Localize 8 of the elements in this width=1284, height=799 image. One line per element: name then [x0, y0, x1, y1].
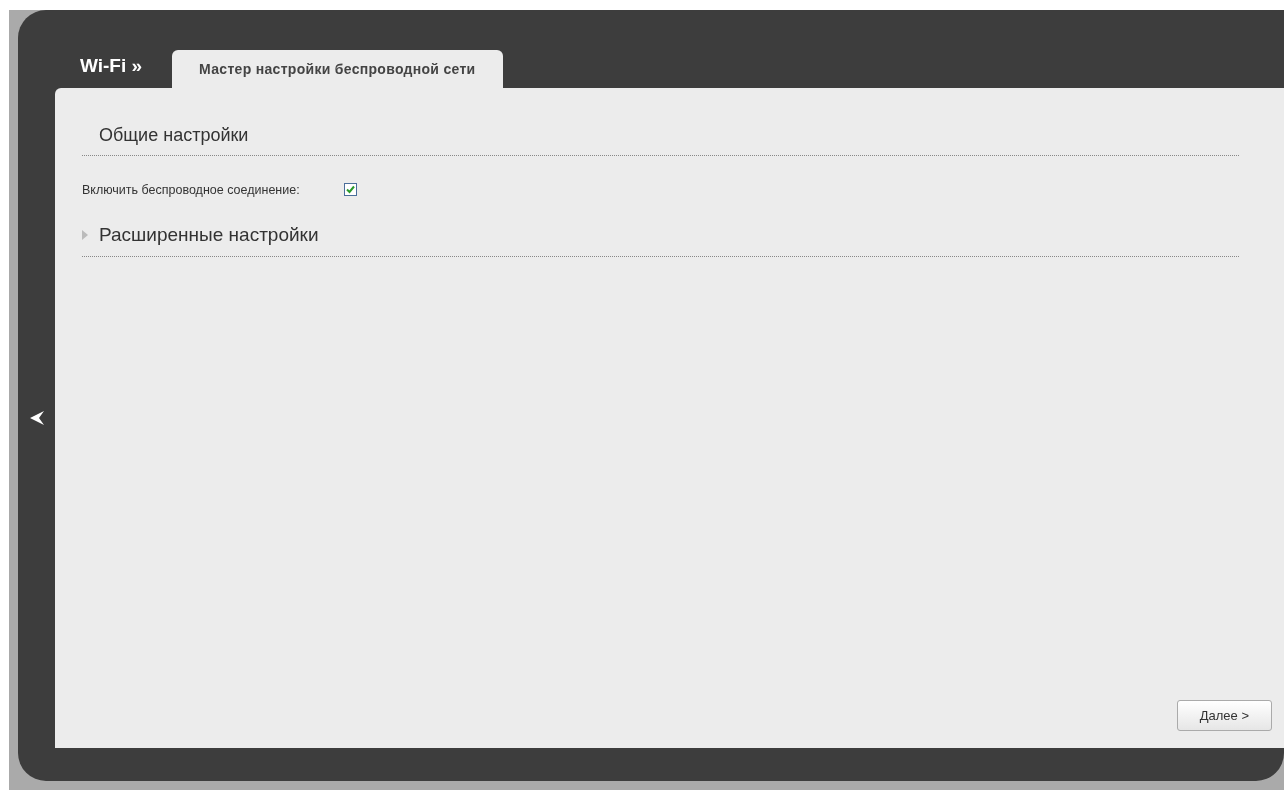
section-heading: Общие настройки — [82, 122, 1239, 156]
back-arrow-icon[interactable] — [28, 410, 45, 426]
next-button[interactable]: Далее > — [1176, 699, 1272, 731]
tab[interactable]: Мастер настройки беспроводной сети — [172, 50, 503, 88]
checkbox[interactable] — [344, 183, 357, 196]
breadcrumb[interactable]: Wi-Fi » — [80, 51, 143, 88]
field-label: Включить беспроводное соединение: — [82, 182, 301, 199]
section-heading[interactable]: Расширенные настройки — [99, 221, 319, 250]
